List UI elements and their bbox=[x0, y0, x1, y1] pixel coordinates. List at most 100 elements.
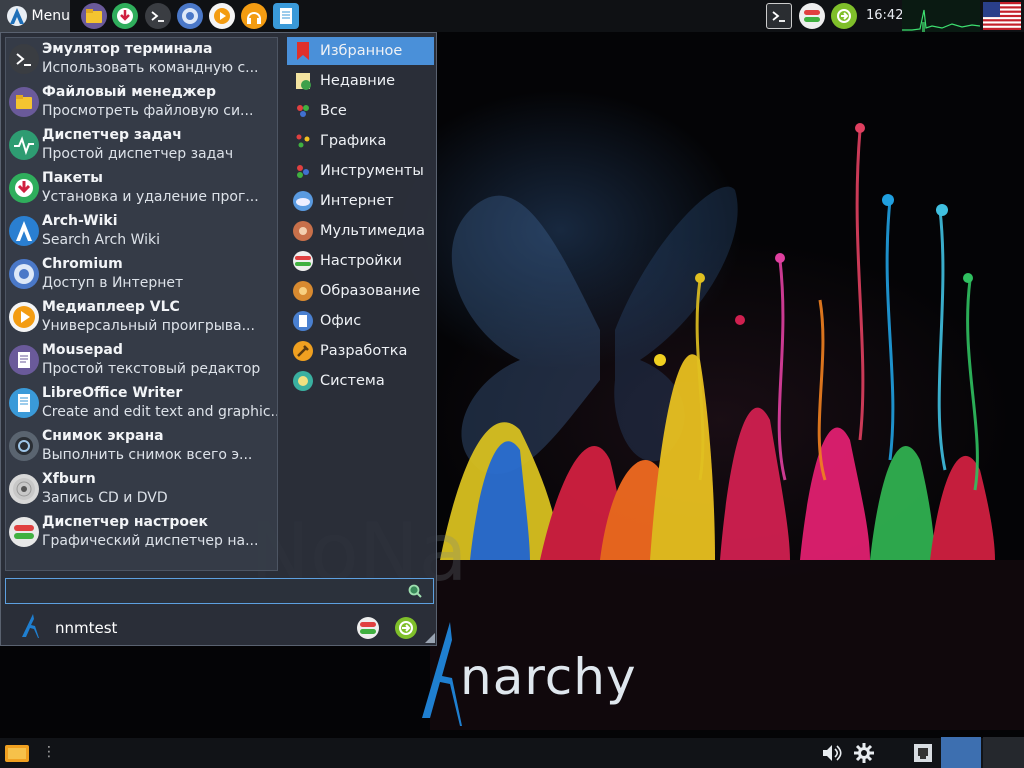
app-description: Графический диспетчер на... bbox=[42, 533, 259, 549]
category-item[interactable]: Образование bbox=[287, 277, 434, 305]
app-description: Запись CD и DVD bbox=[42, 490, 168, 506]
launcher-writer[interactable] bbox=[273, 3, 299, 29]
app-name: Пакеты bbox=[42, 170, 103, 186]
packages-icon bbox=[117, 8, 133, 24]
workspace-1[interactable] bbox=[941, 737, 981, 768]
app-name: Снимок экрана bbox=[42, 428, 164, 444]
favorite-app-item[interactable]: Диспетчер настроек Графический диспетчер … bbox=[6, 511, 277, 554]
app-name: Диспетчер задач bbox=[42, 127, 182, 143]
app-description: Простой текстовый редактор bbox=[42, 361, 261, 377]
category-item[interactable]: Графика bbox=[287, 127, 434, 155]
category-item[interactable]: Недавние bbox=[287, 67, 434, 95]
app-name: Медиаплеер VLC bbox=[42, 299, 180, 315]
gear-icon[interactable] bbox=[853, 742, 875, 764]
clock[interactable]: 16:42 bbox=[866, 8, 903, 23]
category-label: Мультимедиа bbox=[320, 223, 425, 239]
logout-icon bbox=[837, 9, 851, 23]
app-name: Mousepad bbox=[42, 342, 123, 358]
app-description: Просмотреть файловую си... bbox=[42, 103, 254, 119]
panel-separator: ⋮ bbox=[42, 744, 56, 760]
app-name: Эмулятор терминала bbox=[42, 41, 213, 57]
category-label: Недавние bbox=[320, 73, 396, 89]
launcher-vlc[interactable] bbox=[209, 3, 235, 29]
search-input[interactable] bbox=[5, 578, 434, 604]
app-name: Файловый менеджер bbox=[42, 84, 217, 100]
packages-icon bbox=[9, 173, 39, 203]
category-item[interactable]: Избранное bbox=[287, 37, 434, 65]
favorite-app-item[interactable]: Chromium Доступ в Интернет bbox=[6, 253, 277, 296]
menu-button-label: Menu bbox=[31, 8, 70, 24]
app-description: Простой диспетчер задач bbox=[42, 146, 234, 162]
tools-icon bbox=[292, 160, 314, 182]
favorite-app-item[interactable]: LibreOffice Writer Create and edit text a… bbox=[6, 382, 277, 425]
internet-icon bbox=[292, 190, 314, 212]
category-item[interactable]: Все bbox=[287, 97, 434, 125]
menu-button[interactable]: Menu bbox=[0, 0, 70, 32]
favorite-app-item[interactable]: Диспетчер задач Простой диспетчер задач bbox=[6, 124, 277, 167]
favorite-app-item[interactable]: Эмулятор терминала Использовать командную… bbox=[6, 38, 277, 81]
launcher-terminal[interactable] bbox=[145, 3, 171, 29]
favorite-app-item[interactable]: Xfburn Запись CD и DVD bbox=[6, 468, 277, 511]
folder-icon bbox=[86, 9, 102, 23]
favorites-list: Эмулятор терминала Использовать командную… bbox=[5, 37, 278, 571]
network-icon[interactable] bbox=[912, 742, 934, 764]
tray-logout[interactable] bbox=[831, 3, 857, 29]
logout-button[interactable] bbox=[394, 616, 418, 640]
category-label: Офис bbox=[320, 313, 362, 329]
cpu-graph[interactable] bbox=[902, 0, 980, 32]
launcher-file-manager[interactable] bbox=[81, 3, 107, 29]
category-label: Интернет bbox=[320, 193, 394, 209]
multimedia-icon bbox=[292, 220, 314, 242]
screenshot-icon bbox=[9, 431, 39, 461]
category-item[interactable]: Настройки bbox=[287, 247, 434, 275]
category-label: Образование bbox=[320, 283, 421, 299]
writer-icon bbox=[9, 388, 39, 418]
volume-icon[interactable] bbox=[820, 742, 844, 764]
favorite-app-item[interactable]: Файловый менеджер Просмотреть файловую си… bbox=[6, 81, 277, 124]
category-item[interactable]: Интернет bbox=[287, 187, 434, 215]
tray-terminal[interactable] bbox=[766, 3, 792, 29]
category-label: Графика bbox=[320, 133, 387, 149]
favorite-app-item[interactable]: Снимок экрана Выполнить снимок всего э... bbox=[6, 425, 277, 468]
category-label: Настройки bbox=[320, 253, 402, 269]
disc-icon bbox=[9, 474, 39, 504]
favorite-app-item[interactable]: Пакеты Установка и удаление прог... bbox=[6, 167, 277, 210]
favorite-app-item[interactable]: Mousepad Простой текстовый редактор bbox=[6, 339, 277, 382]
favorite-app-item[interactable]: Медиаплеер VLC Универсальный проигрыва... bbox=[6, 296, 277, 339]
category-label: Все bbox=[320, 103, 347, 119]
show-desktop-icon[interactable] bbox=[4, 742, 30, 764]
resize-grip[interactable] bbox=[425, 633, 435, 643]
search-icon[interactable] bbox=[408, 584, 422, 598]
category-label: Избранное bbox=[320, 43, 403, 59]
category-item[interactable]: Разработка bbox=[287, 337, 434, 365]
app-description: Использовать командную с... bbox=[42, 60, 259, 76]
arch-icon bbox=[9, 216, 39, 246]
workspace-2[interactable] bbox=[983, 737, 1024, 768]
system-icon bbox=[292, 370, 314, 392]
category-item[interactable]: Мультимедиа bbox=[287, 217, 434, 245]
arch-logo-icon bbox=[7, 6, 27, 26]
favorite-app-item[interactable]: Arch-Wiki Search Arch Wiki bbox=[6, 210, 277, 253]
us-flag-icon[interactable] bbox=[983, 2, 1021, 30]
tray-settings[interactable] bbox=[799, 3, 825, 29]
task-manager-icon bbox=[9, 130, 39, 160]
category-item[interactable]: Инструменты bbox=[287, 157, 434, 185]
user-avatar bbox=[22, 614, 39, 638]
text-editor-icon bbox=[9, 345, 39, 375]
toggle-settings-icon bbox=[804, 10, 820, 22]
launcher-audio[interactable] bbox=[241, 3, 267, 29]
app-name: Xfburn bbox=[42, 471, 96, 487]
app-description: Create and edit text and graphic... bbox=[42, 404, 277, 420]
bookmark-icon bbox=[292, 40, 314, 62]
app-description: Установка и удаление прог... bbox=[42, 189, 259, 205]
category-label: Система bbox=[320, 373, 385, 389]
launcher-packages[interactable] bbox=[112, 3, 138, 29]
app-name: Chromium bbox=[42, 256, 123, 272]
education-icon bbox=[292, 280, 314, 302]
category-item[interactable]: Офис bbox=[287, 307, 434, 335]
category-item[interactable]: Система bbox=[287, 367, 434, 395]
settings-manager-button[interactable] bbox=[356, 616, 380, 640]
wallpaper-logo-text: narchy bbox=[460, 648, 637, 706]
launcher-chromium[interactable] bbox=[177, 3, 203, 29]
terminal-icon bbox=[151, 11, 164, 22]
